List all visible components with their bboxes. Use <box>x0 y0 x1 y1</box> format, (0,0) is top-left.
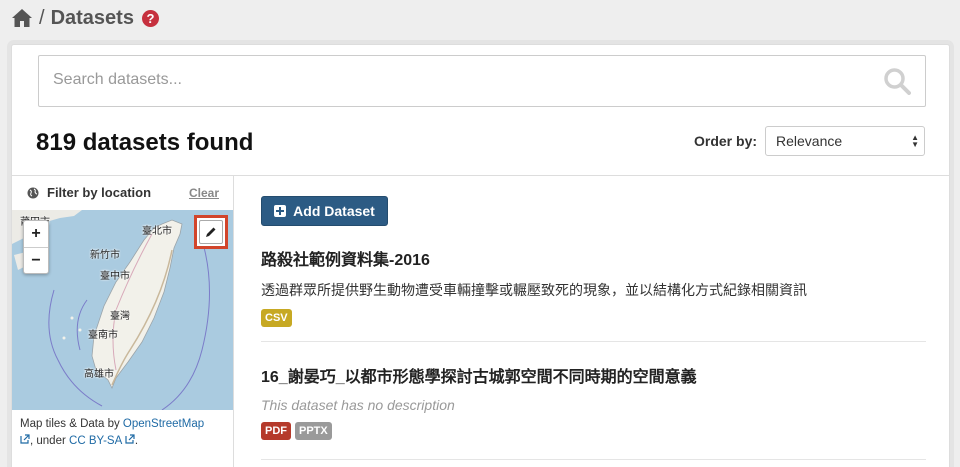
zoom-out-button[interactable]: − <box>24 247 48 273</box>
help-icon[interactable]: ? <box>141 9 159 27</box>
results-count: 819 datasets found <box>36 129 254 156</box>
map-label: 高雄市 <box>84 369 114 380</box>
plus-square-icon <box>274 205 287 217</box>
map-label: 臺南市 <box>88 330 118 341</box>
add-dataset-label: Add Dataset <box>293 203 375 219</box>
license-link[interactable]: CC BY-SA <box>69 435 122 447</box>
openstreetmap-link[interactable]: OpenStreetMap <box>123 418 204 430</box>
format-badges: CSV <box>261 309 926 327</box>
filter-header: Filter by location Clear <box>27 185 219 200</box>
attribution-end: . <box>134 435 139 447</box>
format-badges: PDF PPTX <box>261 422 926 440</box>
map-label: 臺灣 <box>110 311 130 322</box>
dataset-title-link[interactable]: 路殺社範例資料集-2016 <box>261 246 926 270</box>
location-map[interactable]: 莆田市 臺北市 新竹市 臺中市 臺灣 臺南市 高雄市 + − <box>12 210 233 410</box>
search-icon[interactable] <box>883 67 911 95</box>
divider <box>233 175 234 467</box>
page-title: Datasets <box>50 6 134 29</box>
home-icon[interactable] <box>11 8 33 28</box>
filter-title: Filter by location <box>47 185 152 200</box>
format-badge-pdf[interactable]: PDF <box>261 422 291 440</box>
search-box <box>38 55 926 107</box>
order-by-select[interactable]: Relevance ▲ ▼ <box>765 126 925 156</box>
external-link-icon <box>125 434 135 444</box>
map-label: 臺中市 <box>100 271 130 282</box>
external-link-icon <box>20 434 30 444</box>
map-label: 新竹市 <box>90 250 120 261</box>
select-arrows-icon: ▲ ▼ <box>911 133 919 149</box>
zoom-control: + − <box>23 220 49 274</box>
map-attribution: Map tiles & Data by OpenStreetMap , unde… <box>20 416 230 450</box>
dataset-description: This dataset has no description <box>261 397 455 413</box>
pencil-icon <box>206 227 216 237</box>
format-badge-csv[interactable]: CSV <box>261 309 292 327</box>
search-input[interactable] <box>53 56 853 104</box>
globe-icon <box>27 187 39 198</box>
dataset-separator <box>261 341 926 342</box>
dataset-item: 16_謝晏巧_以都市形態學探討古城郭空間不同時期的空間意義 This datas… <box>261 363 926 440</box>
format-badge-pptx[interactable]: PPTX <box>295 422 332 440</box>
attribution-under: , under <box>30 435 66 447</box>
breadcrumb-separator: / <box>39 6 45 29</box>
order-by-label: Order by: <box>694 133 758 149</box>
datasets-panel: 819 datasets found Order by: Relevance ▲… <box>11 44 950 467</box>
breadcrumb: / Datasets ? <box>11 6 159 30</box>
map-label: 臺北市 <box>142 226 172 237</box>
dataset-separator <box>261 459 926 460</box>
clear-filter-link[interactable]: Clear <box>189 186 219 200</box>
dataset-title-link[interactable]: 16_謝晏巧_以都市形態學探討古城郭空間不同時期的空間意義 <box>261 363 926 387</box>
order-by-value: Relevance <box>776 133 843 149</box>
zoom-in-button[interactable]: + <box>24 221 48 247</box>
add-dataset-button[interactable]: Add Dataset <box>261 196 388 226</box>
dataset-description: 透過群眾所提供野生動物遭受車輛撞擊或輾壓致死的現象，並以結構化方式紀錄相關資訊 <box>261 282 807 298</box>
draw-area-button-inner <box>199 220 223 244</box>
draw-area-button[interactable] <box>194 215 228 249</box>
dataset-item: 路殺社範例資料集-2016 透過群眾所提供野生動物遭受車輛撞擊或輾壓致死的現象，… <box>261 246 926 327</box>
attribution-prefix: Map tiles & Data by <box>20 418 120 430</box>
divider <box>12 175 949 176</box>
